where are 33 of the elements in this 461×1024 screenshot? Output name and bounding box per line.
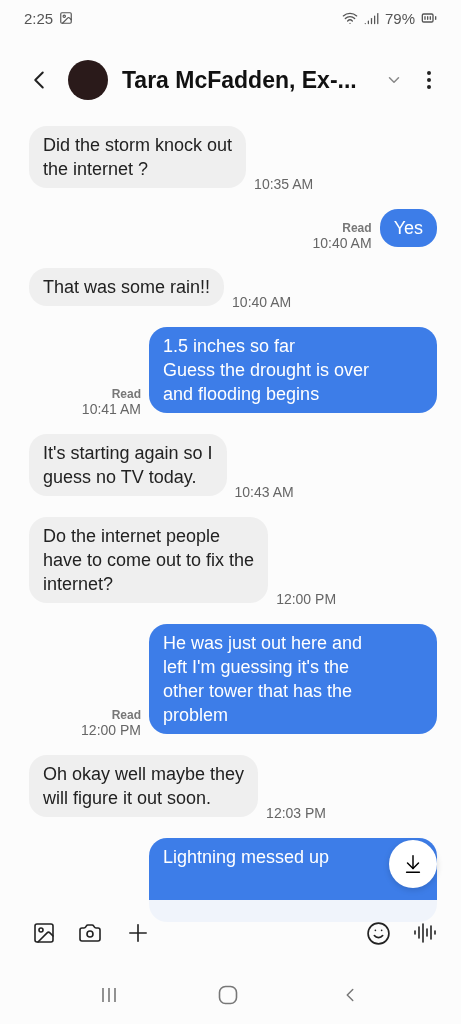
message-time: 12:00 PM [276, 591, 337, 607]
message-time: 10:40 AM [232, 294, 292, 310]
battery-icon [421, 10, 437, 26]
read-receipt: Read [111, 387, 141, 401]
camera-icon[interactable] [78, 921, 102, 945]
message-time: 10:35 AM [254, 176, 314, 192]
message-time: 12:03 PM [266, 805, 327, 821]
sent-message[interactable]: 1.5 inches so far Guess the drought is over and flooding begins [149, 327, 437, 413]
message-time: 10:41 AM [81, 401, 141, 417]
read-receipt: Read [111, 708, 141, 722]
avatar[interactable] [68, 60, 108, 100]
recent-apps-icon[interactable] [100, 986, 119, 1004]
read-receipt: Read [342, 221, 372, 235]
sent-message[interactable]: He was just out here and left I'm guessing it's the other tower that has the problem [149, 624, 437, 734]
sent-message[interactable]: Yes [379, 209, 437, 247]
wifi-icon [341, 10, 358, 26]
received-message[interactable]: Did the storm knock out the internet ? [29, 126, 247, 188]
battery-percent: 79% [384, 9, 415, 27]
received-message[interactable]: It's starting again so I guess no TV today. [29, 434, 227, 496]
message-time: 12:00 PM [81, 722, 141, 738]
clock-time: 2:25 [24, 9, 54, 27]
picture-icon [59, 11, 74, 25]
emoji-icon[interactable] [366, 920, 391, 946]
contact-name[interactable]: Tara McFadden, Ex-... [122, 66, 371, 94]
received-message[interactable]: Oh okay well maybe they will figure it out soon. [29, 755, 259, 817]
home-icon[interactable] [218, 985, 239, 1005]
voice-wave-icon[interactable] [413, 921, 437, 945]
message-time: 10:40 AM [312, 235, 372, 251]
received-message[interactable]: Do the internet people have to come out to fix the internet? [29, 517, 269, 603]
gallery-icon[interactable] [32, 921, 56, 945]
message-time: 10:43 AM [234, 484, 294, 500]
received-message[interactable]: That was some rain!! [29, 268, 225, 306]
signal-icon [363, 10, 379, 26]
